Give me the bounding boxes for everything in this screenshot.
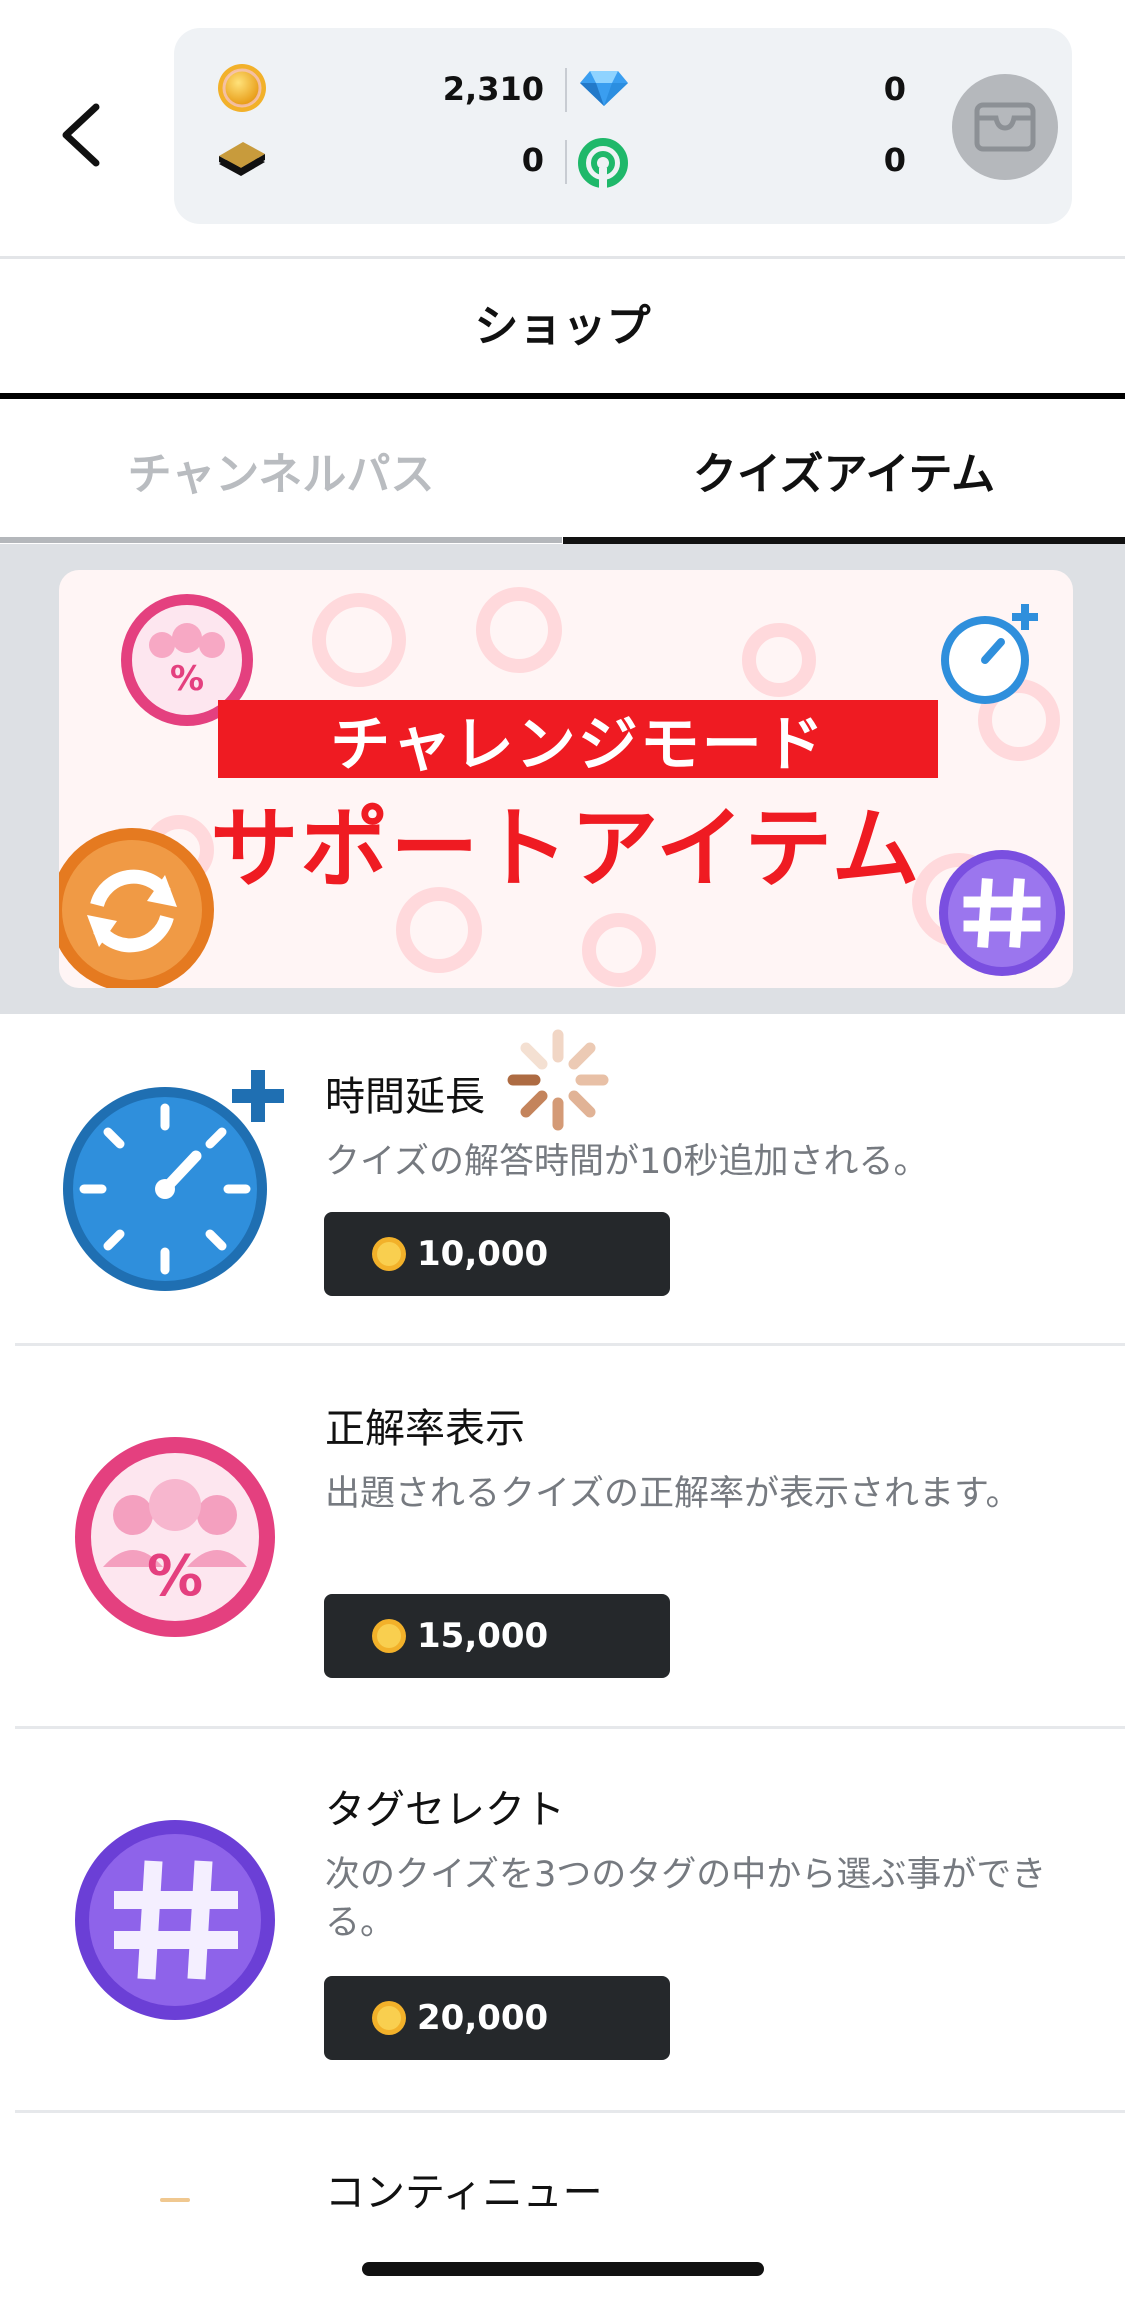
- tab-channel-pass[interactable]: チャンネルパス: [0, 400, 562, 540]
- currency-balance-card: 2,310 0 0 0: [174, 28, 1072, 224]
- tab-underline-inactive: [0, 537, 562, 543]
- point-balance: 0: [883, 141, 906, 179]
- banner-strip: チャレンジモード: [218, 700, 938, 780]
- ticket-balance: 0: [521, 141, 544, 179]
- loading-spinner-icon: [507, 1029, 609, 1131]
- buy-button[interactable]: 20,000: [324, 1976, 670, 2060]
- gold-coin-icon: [372, 1619, 406, 1653]
- chevron-left-icon: [62, 103, 100, 167]
- item-name: タグセレクト: [325, 1787, 565, 1833]
- stopwatch-plus-icon: [941, 604, 1038, 704]
- stopwatch-plus-icon: [63, 1070, 284, 1291]
- tab-quiz-items[interactable]: クイズアイテム: [563, 400, 1125, 540]
- banner-heading: チャレンジモード: [330, 709, 826, 780]
- price-label: 10,000: [417, 1234, 549, 1274]
- gem-balance: 0: [883, 70, 906, 108]
- item-description: クイズの解答時間が10秒追加される。: [325, 1142, 929, 1182]
- item-name: コンティニュー: [325, 2170, 603, 2216]
- item-description: 出題されるクイズの正解率が表示されます。: [325, 1474, 1021, 1514]
- banner-subheading: サポートアイテム: [210, 797, 922, 900]
- svg-text:%: %: [147, 1544, 203, 1609]
- balance-divider: [565, 68, 567, 112]
- price-label: 15,000: [417, 1616, 549, 1656]
- wallet-button[interactable]: [952, 74, 1058, 180]
- challenge-mode-banner[interactable]: % チャレンジモード サポートアイテム: [59, 570, 1073, 988]
- price-label: 20,000: [417, 1998, 549, 2038]
- blue-gem-icon: [580, 71, 628, 106]
- point-ring-icon: [578, 138, 628, 188]
- gold-coin-icon: [372, 2001, 406, 2035]
- home-indicator[interactable]: [362, 2262, 764, 2276]
- title-divider: [0, 393, 1125, 399]
- percent-people-icon: %: [75, 1437, 275, 1637]
- tab-underline-active: [563, 537, 1125, 544]
- ticket-stack-icon: [219, 142, 265, 176]
- gold-coin-icon: [372, 1237, 406, 1271]
- item-description: 次のクイズを3つのタグの中から選ぶ事ができる。: [325, 1855, 1047, 1943]
- page-title: ショップ: [474, 301, 651, 352]
- header-divider: [0, 256, 1125, 259]
- item-name: 正解率表示: [325, 1406, 525, 1452]
- wallet-icon: [974, 102, 1036, 152]
- balance-divider: [565, 140, 567, 184]
- coin-balance: 2,310: [442, 70, 544, 108]
- item-name: 時間延長: [325, 1074, 485, 1120]
- buy-button[interactable]: 15,000: [324, 1594, 670, 1678]
- buy-button[interactable]: 10,000: [324, 1212, 670, 1296]
- back-button[interactable]: [40, 90, 120, 180]
- gold-coin-icon: [218, 64, 266, 112]
- continue-icon: [160, 2198, 190, 2202]
- svg-text:%: %: [170, 659, 204, 699]
- hashtag-icon: [75, 1820, 275, 2020]
